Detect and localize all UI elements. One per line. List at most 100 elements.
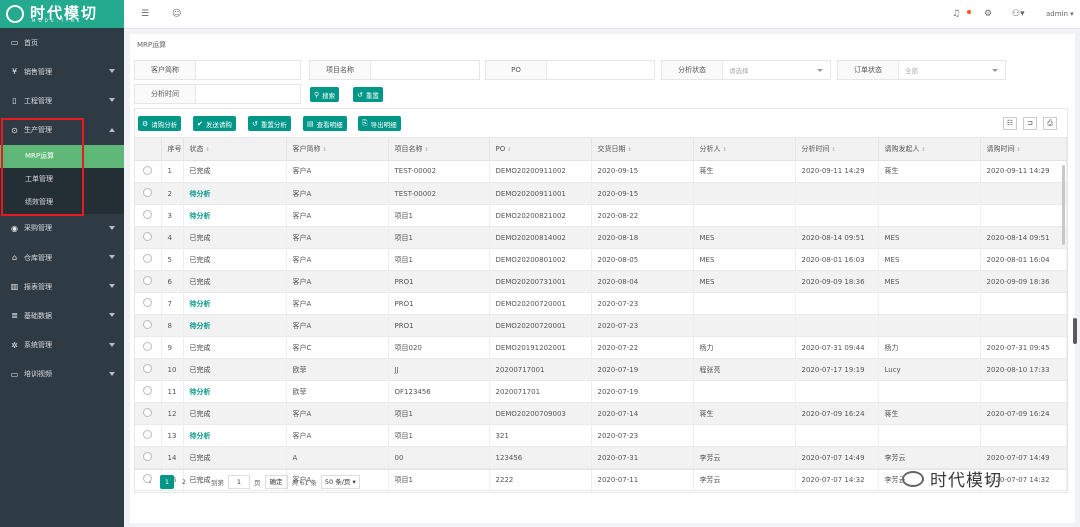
column-header[interactable]: 交货日期 ⇕	[591, 138, 694, 161]
sidebar-item[interactable]: ✲ 系统管理	[0, 331, 124, 360]
table-scrollbar[interactable]	[1062, 164, 1065, 245]
folder-icon[interactable]: ⊐	[1023, 117, 1037, 130]
theme-icon[interactable]: ⚙	[984, 9, 992, 19]
table-row[interactable]: 10 已完成 欧菲 JJ 20200717001 2020-07-19 程张亮 2020-07…	[135, 358, 1067, 381]
project-input[interactable]	[370, 60, 480, 80]
row-radio[interactable]	[143, 276, 152, 285]
po-input[interactable]	[546, 60, 655, 80]
org-icon[interactable]: ⚇▾	[1012, 9, 1025, 19]
purchase-analysis-button[interactable]: ⚙ 请购分析	[138, 116, 182, 131]
table-row[interactable]: 8 待分析 客户A PRO1 DEMO20200720001 2020-07-23	[135, 314, 1067, 337]
next-page-button[interactable]: ›	[194, 475, 208, 489]
sidebar-item[interactable]: ≣ 基础数据	[0, 301, 124, 330]
table-row[interactable]: 11 待分析 欧菲 OF123456 2020071701 2020-07-19	[135, 380, 1067, 403]
row-radio[interactable]	[143, 408, 152, 417]
table-cell: 蒋生	[693, 402, 796, 425]
sidebar-item[interactable]: ▯ 工程管理	[0, 86, 124, 115]
print-icon[interactable]: ⎙	[1043, 117, 1057, 130]
sidebar-item[interactable]: ◉ 采购管理	[0, 214, 124, 243]
column-header[interactable]: 请购发起人 ⇕	[878, 138, 981, 161]
data-table-panel: ⚙ 请购分析 ✔ 发送请购 ↺ 重置分析 ▤ 查看明细 ⎘ 导出明细 ☷ ⊐ ⎙ 序号 状态 ⇕ 客户简…	[134, 108, 1069, 494]
prev-page-button[interactable]: ‹	[143, 475, 157, 489]
sidebar-item[interactable]: ⊙ 生产管理	[0, 116, 124, 145]
column-header[interactable]: 分析时间 ⇕	[795, 138, 879, 161]
table-cell: DEMO20200814002	[489, 226, 592, 249]
sort-icon[interactable]: ⇕	[323, 147, 327, 153]
sidebar-item[interactable]: ▥ 报表管理	[0, 272, 124, 301]
search-button[interactable]: ⚲ 搜索	[310, 87, 340, 102]
sort-icon[interactable]: ⇕	[507, 147, 511, 153]
row-radio[interactable]	[143, 232, 152, 241]
sort-icon[interactable]: ⇕	[1017, 147, 1021, 153]
page-size-select[interactable]: 50 条/页 ▾	[320, 474, 360, 489]
row-radio[interactable]	[143, 386, 152, 395]
sort-icon[interactable]: ⇕	[206, 147, 210, 153]
column-header[interactable]: 客户简称 ⇕	[286, 138, 389, 161]
table-cell: 客户A	[286, 160, 389, 183]
sort-icon[interactable]: ⇕	[425, 147, 429, 153]
row-radio[interactable]	[143, 210, 152, 219]
row-radio[interactable]	[143, 364, 152, 373]
row-radio[interactable]	[143, 298, 152, 307]
customer-input[interactable]	[195, 60, 301, 80]
breadcrumb: MRP运算	[137, 41, 167, 49]
table-row[interactable]: 6 已完成 客户A PRO1 DEMO20200731001 2020-08-04 MES 2…	[135, 270, 1067, 293]
sort-icon[interactable]: ⇕	[723, 147, 727, 153]
sidebar-item[interactable]: ⌂ 仓库管理	[0, 243, 124, 272]
sidebar-item[interactable]: ▭ 培训视频	[0, 360, 124, 389]
analysis-status-select[interactable]: 请选择	[722, 60, 831, 80]
table-row[interactable]: 1 已完成 客户A TEST-00002 DEMO20200911002 2020-09-…	[135, 160, 1067, 183]
sidebar-item[interactable]: ▭ 首页	[0, 28, 124, 57]
sort-icon[interactable]: ⇕	[922, 147, 926, 153]
table-row[interactable]: 7 待分析 客户A PRO1 DEMO20200720001 2020-07-23	[135, 292, 1067, 315]
table-row[interactable]: 4 已完成 客户A 项目1 DEMO20200814002 2020-08-18 MES 20…	[135, 226, 1067, 249]
column-header[interactable]: 序号	[161, 138, 184, 161]
row-radio[interactable]	[143, 188, 152, 197]
analysis-time-input[interactable]	[195, 84, 301, 104]
refresh-icon[interactable]: ☺	[172, 9, 181, 19]
columns-icon[interactable]: ☷	[1003, 117, 1017, 130]
reset-analysis-button[interactable]: ↺ 重置分析	[248, 116, 291, 131]
bell-icon[interactable]: ♫	[952, 9, 960, 19]
goto-page-input[interactable]: 1	[228, 474, 250, 489]
table-body-scroll[interactable]: 1 已完成 客户A TEST-00002 DEMO20200911002 2020-09-…	[135, 160, 1067, 494]
column-header[interactable]: PO ⇕	[489, 138, 592, 161]
row-radio[interactable]	[143, 254, 152, 263]
column-header[interactable]: 项目名称 ⇕	[388, 138, 490, 161]
sidebar-subitem[interactable]: MRP运算	[0, 144, 124, 168]
page-number[interactable]: 2	[177, 475, 191, 489]
sort-icon[interactable]: ⇕	[628, 147, 632, 153]
table-row[interactable]: 13 待分析 客户A 项目1 321 2020-07-23	[135, 424, 1067, 447]
row-radio[interactable]	[143, 320, 152, 329]
order-status-select[interactable]: 全部	[898, 60, 1006, 80]
sidebar-item-label: 报表管理	[24, 282, 52, 291]
row-radio[interactable]	[143, 342, 152, 351]
column-header[interactable]: 分析人 ⇕	[693, 138, 796, 161]
row-radio[interactable]	[143, 452, 152, 461]
view-details-button[interactable]: ▤ 查看明细	[303, 116, 347, 131]
page-scrollbar[interactable]	[1073, 318, 1077, 344]
sort-icon[interactable]: ⇕	[832, 147, 836, 153]
table-row[interactable]: 2 待分析 客户A TEST-00002 DEMO20200911001 2020-09-…	[135, 182, 1067, 205]
table-row[interactable]: 12 已完成 客户A 项目1 DEMO20200709003 2020-07-14 蒋生 20…	[135, 402, 1067, 425]
goto-confirm-button[interactable]: 确定	[264, 474, 288, 489]
sidebar-item[interactable]: ¥ 销售管理	[0, 57, 124, 86]
column-header[interactable]: 状态 ⇕	[183, 138, 287, 161]
table-cell: 2020-09-15	[591, 160, 694, 183]
sidebar-subitem[interactable]: 工单管理	[0, 167, 124, 191]
export-details-button[interactable]: ⎘ 导出明细	[358, 116, 401, 131]
menu-toggle-icon[interactable]: ☰	[141, 9, 149, 19]
page-number[interactable]: 1	[160, 474, 174, 489]
table-cell: 蒋生	[878, 160, 981, 183]
row-radio[interactable]	[143, 165, 152, 175]
table-row[interactable]: 3 待分析 客户A 项目1 DEMO20200821002 2020-08-22	[135, 204, 1067, 227]
sidebar-subitem[interactable]: 绩效管理	[0, 190, 124, 214]
reset-button[interactable]: ↺ 重置	[353, 87, 383, 102]
table-row[interactable]: 5 已完成 客户A 项目1 DEMO20200801002 2020-08-05 MES 20…	[135, 248, 1067, 271]
row-radio[interactable]	[143, 430, 152, 439]
send-purchase-button[interactable]: ✔ 发送请购	[193, 116, 236, 131]
user-menu[interactable]: admin ▾	[1046, 10, 1074, 18]
column-header[interactable]: 请购时间 ⇕	[980, 138, 1067, 161]
brand-logo[interactable]: 时代模切 MODU.TIME	[0, 0, 124, 28]
table-row[interactable]: 9 已完成 客户C 项目020 DEMO20191202001 2020-07-22 杨力 2…	[135, 336, 1067, 359]
